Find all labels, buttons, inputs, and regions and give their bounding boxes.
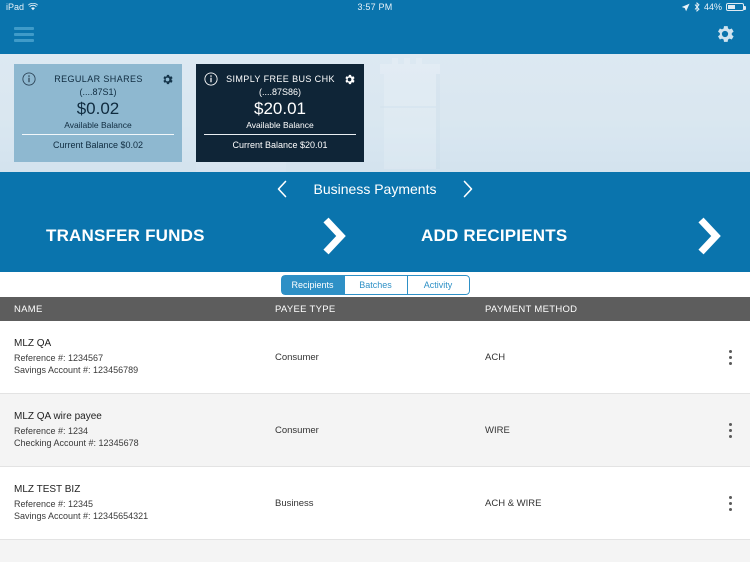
account-gear-icon[interactable] bbox=[343, 73, 356, 86]
account-mask: (....87S86) bbox=[258, 87, 302, 97]
account-current-balance: Current Balance $0.02 bbox=[52, 140, 144, 150]
account-available-amount: $20.01 bbox=[254, 99, 306, 118]
payee-type-cell: Business bbox=[275, 497, 314, 509]
recipient-account: Savings Account #: 12345654321 bbox=[14, 511, 149, 521]
tab-batches[interactable]: Batches bbox=[343, 274, 407, 295]
kebab-menu-icon[interactable] bbox=[710, 495, 750, 511]
info-circle-icon[interactable] bbox=[204, 72, 218, 86]
recipient-name-cell: MLZ QA Reference #: 1234567 Savings Acco… bbox=[0, 338, 275, 376]
account-card[interactable]: SIMPLY FREE BUS CHK (....87S86) $20.01 A… bbox=[196, 64, 364, 162]
section-header: Business Payments bbox=[0, 172, 750, 206]
status-bar-right: 44% bbox=[681, 2, 746, 12]
payment-method-cell: ACH bbox=[485, 351, 506, 363]
divider bbox=[204, 134, 356, 135]
account-current-balance: Current Balance $20.01 bbox=[232, 140, 328, 150]
app-root: iPad 3:57 PM 44% REGULAR SHARES (....87S… bbox=[0, 0, 750, 562]
kebab-menu-icon[interactable] bbox=[710, 422, 750, 438]
recipient-name-cell: MLZ QA wire payee Reference #: 1234 Chec… bbox=[0, 411, 275, 449]
table-row[interactable]: MLZ QA Reference #: 1234567 Savings Acco… bbox=[0, 321, 750, 394]
recipient-name: MLZ TEST BIZ bbox=[14, 483, 81, 495]
status-bar-time: 3:57 PM bbox=[357, 2, 393, 12]
tab-recipients[interactable]: Recipients bbox=[280, 274, 344, 295]
settings-gear-icon[interactable] bbox=[714, 23, 736, 45]
account-card[interactable]: REGULAR SHARES (....87S1) $0.02 Availabl… bbox=[14, 64, 182, 162]
row-menu-cell bbox=[710, 349, 750, 365]
row-menu-cell bbox=[710, 422, 750, 438]
account-card-header: SIMPLY FREE BUS CHK bbox=[204, 72, 356, 86]
payment-method-cell: WIRE bbox=[485, 424, 510, 436]
transfer-funds-button[interactable]: TRANSFER FUNDS bbox=[0, 216, 375, 256]
battery-percent-label: 44% bbox=[703, 2, 722, 12]
column-header-name: NAME bbox=[14, 303, 43, 315]
app-navbar bbox=[0, 14, 750, 54]
column-header-payee-type: PAYEE TYPE bbox=[275, 303, 336, 315]
hamburger-menu-icon[interactable] bbox=[14, 26, 34, 42]
section-title: Business Payments bbox=[313, 181, 437, 197]
hamburger-bar bbox=[14, 38, 34, 42]
recipient-name: MLZ QA bbox=[14, 337, 52, 349]
accounts-strip: REGULAR SHARES (....87S1) $0.02 Availabl… bbox=[0, 54, 750, 172]
recipient-reference: Reference #: 1234567 bbox=[14, 352, 104, 363]
tab-activity[interactable]: Activity bbox=[406, 274, 470, 295]
account-mask: (....87S1) bbox=[79, 87, 117, 97]
account-name: SIMPLY FREE BUS CHK bbox=[226, 74, 335, 84]
divider bbox=[22, 134, 174, 135]
battery-icon bbox=[726, 3, 746, 11]
payee-type-cell: Consumer bbox=[275, 424, 319, 436]
table-header-row: NAME PAYEE TYPE PAYMENT METHOD bbox=[0, 297, 750, 321]
recipient-account: Checking Account #: 12345678 bbox=[14, 438, 139, 448]
column-header-payment-method: PAYMENT METHOD bbox=[485, 303, 578, 315]
ios-status-bar: iPad 3:57 PM 44% bbox=[0, 0, 750, 14]
add-recipients-chevron-right-icon bbox=[694, 216, 724, 256]
business-payments-panel: Business Payments TRANSFER FUNDS ADD REC… bbox=[0, 172, 750, 272]
info-circle-icon[interactable] bbox=[22, 72, 36, 86]
transfer-funds-label: TRANSFER FUNDS bbox=[46, 226, 205, 245]
recipient-reference: Reference #: 1234 bbox=[14, 425, 89, 436]
account-card-header: REGULAR SHARES bbox=[22, 72, 174, 86]
row-menu-cell bbox=[710, 495, 750, 511]
transfer-funds-chevron-right-icon bbox=[319, 216, 349, 256]
table-row[interactable]: MLZ QA wire payee Reference #: 1234 Chec… bbox=[0, 394, 750, 467]
add-recipients-label: ADD RECIPIENTS bbox=[421, 226, 568, 245]
account-available-amount: $0.02 bbox=[76, 99, 120, 118]
account-available-label: Available Balance bbox=[246, 120, 314, 130]
kebab-menu-icon[interactable] bbox=[710, 349, 750, 365]
account-available-label: Available Balance bbox=[64, 120, 132, 130]
location-arrow-icon bbox=[681, 3, 690, 12]
payment-method-cell: ACH & WIRE bbox=[485, 497, 542, 509]
bluetooth-icon bbox=[694, 2, 700, 12]
quick-actions: TRANSFER FUNDS ADD RECIPIENTS bbox=[0, 206, 750, 266]
payee-type-cell: Consumer bbox=[275, 351, 319, 363]
recipient-reference: Reference #: 12345 bbox=[14, 498, 94, 509]
recipient-name-cell: MLZ TEST BIZ Reference #: 12345 Savings … bbox=[0, 484, 275, 522]
add-recipients-button[interactable]: ADD RECIPIENTS bbox=[375, 216, 750, 256]
tab-bar-container: Recipients Batches Activity bbox=[0, 272, 750, 297]
hamburger-bar bbox=[14, 32, 34, 36]
next-section-chevron-right-icon[interactable] bbox=[462, 180, 474, 198]
recipient-account: Savings Account #: 123456789 bbox=[14, 365, 139, 375]
recipient-name: MLZ QA wire payee bbox=[14, 410, 102, 422]
segmented-control: Recipients Batches Activity bbox=[280, 274, 470, 295]
prev-section-chevron-left-icon[interactable] bbox=[276, 180, 288, 198]
account-gear-icon[interactable] bbox=[161, 73, 174, 86]
hamburger-bar bbox=[14, 26, 34, 30]
account-name: REGULAR SHARES bbox=[54, 74, 143, 84]
table-row-partial[interactable] bbox=[0, 540, 750, 562]
table-row[interactable]: MLZ TEST BIZ Reference #: 12345 Savings … bbox=[0, 467, 750, 540]
